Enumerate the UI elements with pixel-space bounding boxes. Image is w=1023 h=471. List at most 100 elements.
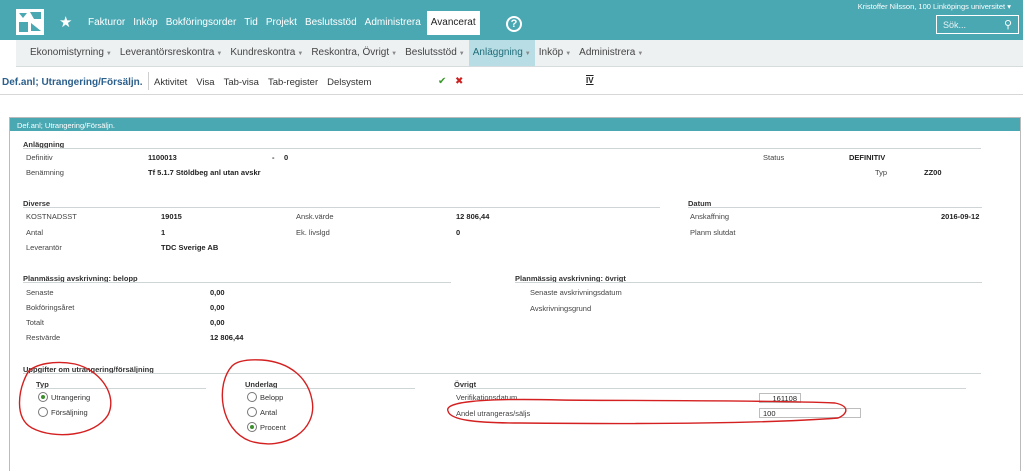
chevron-down-icon: ▼ bbox=[524, 51, 531, 57]
ek-livslgd-value: 0 bbox=[456, 228, 461, 237]
toolbar-item-3[interactable]: Tab-register bbox=[268, 77, 318, 88]
divider bbox=[688, 207, 982, 208]
underlag-radio-label: Procent bbox=[260, 422, 286, 432]
sub-nav-bar: Ekonomistyrning ▼ Leverantörsreskontra ▼ Kun… bbox=[16, 40, 1023, 67]
toolbar-item-1[interactable]: Visa bbox=[196, 77, 214, 88]
kostnadsst-value: 19015 bbox=[161, 212, 182, 221]
divider bbox=[23, 373, 981, 374]
toolbar-item-2[interactable]: Tab-visa bbox=[224, 77, 259, 88]
leverantor-label: Leverantör bbox=[26, 243, 62, 252]
antal-label: Antal bbox=[26, 228, 44, 237]
favorites-star-icon[interactable]: ★ bbox=[59, 13, 72, 31]
status-label: Status bbox=[763, 153, 785, 162]
avskr-belopp-value: 0,00 bbox=[210, 288, 225, 297]
sub-nav-label: Beslutsstöd bbox=[405, 47, 457, 58]
chevron-down-icon: ▼ bbox=[637, 51, 644, 57]
avskrivningsgrund-label: Avskrivningsgrund bbox=[530, 304, 592, 313]
iv-icon[interactable]: IV bbox=[586, 76, 594, 85]
avskr-belopp-label: Totalt bbox=[26, 318, 44, 327]
underlag-radio-2[interactable]: Procent bbox=[247, 422, 286, 432]
avskr-belopp-value: 0,00 bbox=[210, 303, 225, 312]
sub-nav-item-7[interactable]: Administrera ▼ bbox=[575, 40, 647, 66]
sub-nav-item-5[interactable]: Anläggning ▼ bbox=[468, 40, 535, 66]
typ-radio-1[interactable]: Försäljning bbox=[38, 407, 88, 417]
sub-nav-label: Administrera bbox=[579, 47, 636, 58]
kostnadsst-label: KOSTNADSST bbox=[26, 212, 77, 221]
divider bbox=[23, 148, 981, 149]
avskr-belopp-label: Senaste bbox=[26, 288, 54, 297]
andel-label: Andel utrangeras/säljs bbox=[456, 409, 531, 418]
sub-nav-item-6[interactable]: Inköp ▼ bbox=[535, 40, 575, 66]
sub-nav-item-0[interactable]: Ekonomistyrning ▼ bbox=[26, 40, 116, 66]
main-nav-item-tid[interactable]: Tid bbox=[240, 11, 262, 35]
chevron-down-icon: ▼ bbox=[216, 51, 223, 57]
divider bbox=[23, 282, 451, 283]
verifikationsdatum-input[interactable]: 161108 bbox=[759, 393, 801, 403]
toolbar-menu: Aktivitet Visa Tab-visa Tab-register Delsyst… bbox=[154, 77, 371, 88]
avskr-belopp-label: Restvärde bbox=[26, 333, 61, 342]
main-nav-item-avancerat[interactable]: Avancerat bbox=[426, 11, 480, 35]
sub-nav-item-3[interactable]: Reskontra, Övrigt ▼ bbox=[307, 40, 401, 66]
search-input[interactable]: Sök... ⚲ bbox=[936, 15, 1019, 34]
benamning-value: Tf 5.1.7 Stöldbeg anl utan avskr bbox=[148, 168, 261, 177]
planm-slutdat-label: Planm slutdat bbox=[690, 228, 736, 237]
panel-title: Def.anl; Utrangering/Försäljn. bbox=[10, 118, 1020, 131]
page-title: Def.anl; Utrangering/Försäljn. bbox=[2, 77, 143, 88]
divider bbox=[454, 388, 966, 389]
toolbar-item-0[interactable]: Aktivitet bbox=[154, 77, 187, 88]
divider bbox=[36, 388, 206, 389]
sub-nav-item-1[interactable]: Leverantörsreskontra ▼ bbox=[116, 40, 226, 66]
underlag-radio-label: Antal bbox=[260, 407, 278, 417]
typ-radio-label: Försäljning bbox=[51, 407, 88, 417]
underlag-radio-0[interactable]: Belopp bbox=[247, 392, 283, 402]
anskaffning-value: 2016-09-12 bbox=[941, 212, 980, 221]
radio-circle-icon[interactable] bbox=[247, 392, 257, 402]
radio-circle-icon[interactable] bbox=[38, 392, 48, 402]
main-nav-item-projekt[interactable]: Projekt bbox=[262, 11, 301, 35]
sub-nav-label: Anläggning bbox=[472, 47, 523, 58]
typ-radio-0[interactable]: Utrangering bbox=[38, 392, 90, 402]
verifikationsdatum-value: 161108 bbox=[772, 394, 797, 403]
toolbar-divider bbox=[148, 72, 149, 90]
benamning-label: Benämning bbox=[26, 168, 64, 177]
main-nav-item-beslutsstöd[interactable]: Beslutsstöd bbox=[301, 11, 361, 35]
chevron-down-icon: ▼ bbox=[105, 51, 112, 57]
main-nav-item-inköp[interactable]: Inköp bbox=[129, 11, 161, 35]
avskr-belopp-value: 12 806,44 bbox=[210, 333, 244, 342]
toolbar-item-4[interactable]: Delsystem bbox=[327, 77, 371, 88]
chevron-down-icon: ▼ bbox=[391, 51, 398, 57]
definitiv-label: Definitiv bbox=[26, 153, 53, 162]
definitiv-dash: - bbox=[272, 153, 275, 162]
radio-circle-icon[interactable] bbox=[247, 422, 257, 432]
radio-circle-icon[interactable] bbox=[38, 407, 48, 417]
main-nav-item-bokföringsorder[interactable]: Bokföringsorder bbox=[162, 11, 241, 35]
andel-input[interactable]: 100 bbox=[759, 408, 861, 418]
search-icon[interactable]: ⚲ bbox=[1004, 18, 1012, 31]
sub-nav-item-4[interactable]: Beslutsstöd ▼ bbox=[401, 40, 469, 66]
sub-nav-item-2[interactable]: Kundreskontra ▼ bbox=[226, 40, 307, 66]
chevron-down-icon: ▼ bbox=[565, 51, 572, 57]
ansk-value: 12 806,44 bbox=[456, 212, 490, 221]
toolbar: Def.anl; Utrangering/Försäljn. Aktivitet… bbox=[0, 68, 1023, 95]
divider bbox=[515, 282, 982, 283]
sub-nav-label: Reskontra, Övrigt bbox=[311, 47, 390, 58]
app-logo-icon[interactable] bbox=[16, 9, 44, 35]
senaste-avskrivningsdatum-label: Senaste avskrivningsdatum bbox=[530, 288, 622, 297]
underlag-radio-1[interactable]: Antal bbox=[247, 407, 277, 417]
sub-nav-label: Inköp bbox=[538, 47, 564, 58]
main-nav-item-fakturor[interactable]: Fakturor bbox=[84, 11, 129, 35]
search-placeholder: Sök... bbox=[943, 20, 967, 30]
help-icon[interactable]: ? bbox=[506, 16, 522, 32]
typ-radio-label: Utrangering bbox=[51, 392, 91, 402]
main-nav-item-administrera[interactable]: Administrera bbox=[361, 11, 425, 35]
ansk-label: Ansk.värde bbox=[296, 212, 334, 221]
main-nav: Fakturor Inköp Bokföringsorder Tid Projekt Be… bbox=[84, 11, 480, 35]
sub-nav-label: Leverantörsreskontra bbox=[119, 47, 215, 58]
sub-nav-label: Kundreskontra bbox=[230, 47, 296, 58]
radio-circle-icon[interactable] bbox=[247, 407, 257, 417]
cancel-x-icon[interactable]: ✖ bbox=[455, 76, 463, 87]
confirm-check-icon[interactable]: ✔ bbox=[438, 76, 446, 87]
user-menu[interactable]: Kristoffer Nilsson, 100 Linköpings unive… bbox=[858, 2, 1011, 11]
underlag-radio-label: Belopp bbox=[260, 392, 284, 402]
divider bbox=[245, 388, 415, 389]
